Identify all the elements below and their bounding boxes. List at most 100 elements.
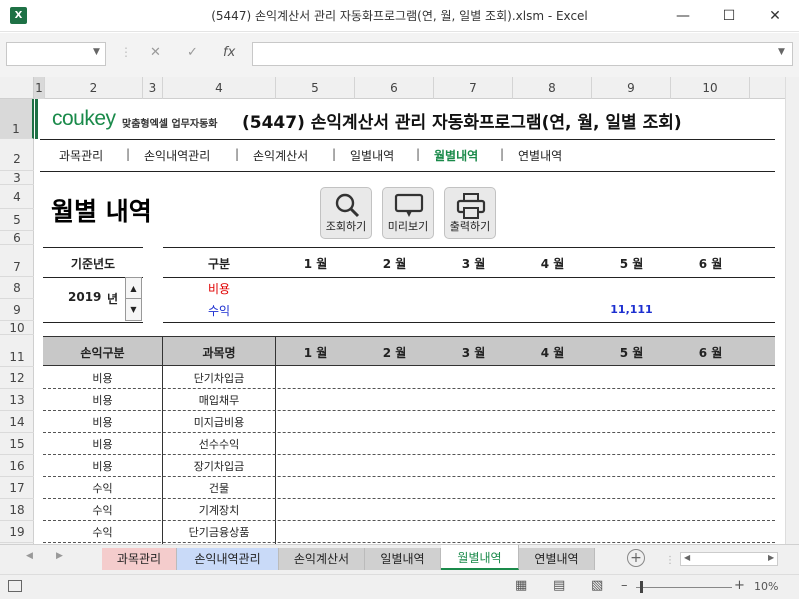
tab-scroll-left-icon[interactable]: ◀ (26, 551, 33, 561)
select-all-corner[interactable] (0, 77, 34, 99)
drag-handle-icon[interactable]: ⋮ (120, 45, 132, 59)
sheet-tab[interactable]: 일별내역 (365, 548, 441, 570)
row-header[interactable]: 8 (0, 277, 34, 299)
sheet-tab-label: 손익계산서 (293, 552, 350, 566)
row-header[interactable]: 3 (0, 171, 34, 185)
row-header[interactable]: 17 (0, 477, 34, 499)
row-header[interactable]: 11 (0, 335, 34, 367)
close-button[interactable]: ✕ (752, 0, 798, 32)
normal-view-icon[interactable]: ▦ (515, 578, 527, 593)
confirm-icon[interactable]: ✓ (187, 45, 198, 60)
horizontal-scrollbar[interactable] (680, 552, 778, 566)
row-header[interactable]: 10 (0, 321, 34, 335)
sheet-tab[interactable]: 연별내역 (519, 548, 595, 570)
vertical-scrollbar[interactable] (785, 77, 799, 544)
sheet-tab[interactable]: 손익내역관리 (177, 548, 279, 570)
year-spinner[interactable]: ▲ ▼ (125, 277, 142, 321)
page-break-icon[interactable]: ▧ (591, 578, 603, 593)
cancel-icon[interactable]: ✕ (150, 45, 161, 60)
spinner-up-icon[interactable]: ▲ (126, 278, 141, 299)
chevron-down-icon[interactable]: ▼ (778, 47, 785, 57)
zoom-slider[interactable] (636, 587, 732, 588)
table-row-account: 단기차입금 (193, 372, 245, 385)
row-header[interactable]: 2 (0, 139, 34, 171)
nav-item-income-statement[interactable]: 손익계산서 (253, 147, 308, 164)
tab-scroll-right-icon[interactable]: ▶ (56, 551, 63, 561)
spinner-down-icon[interactable]: ▼ (126, 299, 141, 320)
chevron-down-icon[interactable]: ▼ (93, 47, 100, 57)
row-divider (43, 454, 775, 455)
nav-item-pl-records[interactable]: 손익내역관리 (144, 147, 210, 164)
nav-item-accounts[interactable]: 과목관리 (59, 147, 103, 164)
nav-separator: | (500, 147, 505, 161)
drag-handle-icon[interactable]: ⋮ (665, 555, 675, 566)
row-header[interactable]: 5 (0, 209, 34, 231)
sheet-tab-label: 과목관리 (116, 552, 162, 566)
zoom-level[interactable]: 10% (754, 580, 778, 593)
detail-header-account: 과목명 (202, 346, 236, 360)
row-header[interactable]: 12 (0, 367, 34, 389)
function-icon[interactable]: fx (223, 45, 235, 60)
detail-month-header: 5 월 (619, 346, 644, 360)
row-header[interactable]: 1 (0, 99, 34, 139)
preview-button[interactable]: 미리보기 (382, 187, 434, 239)
column-header[interactable]: 10 (671, 77, 750, 99)
table-row-type: 비용 (92, 372, 113, 385)
table-row-account: 단기금융상품 (188, 526, 250, 539)
print-button[interactable]: 출력하기 (444, 187, 496, 239)
worksheet[interactable]: coukey 맞춤형엑셀 업무자동화 (5447) 손익계산서 관리 자동화프로… (35, 99, 785, 544)
category-header: 구분 (207, 257, 231, 271)
row-header[interactable]: 15 (0, 433, 34, 455)
divider (43, 322, 143, 323)
column-header[interactable]: 8 (513, 77, 592, 99)
detail-header-type: 손익구분 (80, 346, 125, 360)
nav-item-monthly[interactable]: 월별내역 (434, 147, 478, 164)
column-header[interactable]: 2 (45, 77, 143, 99)
column-header[interactable]: 9 (592, 77, 671, 99)
row-header[interactable]: 6 (0, 231, 34, 245)
scroll-right-icon[interactable]: ▶ (768, 553, 774, 562)
column-header[interactable]: 7 (434, 77, 513, 99)
column-header[interactable]: 6 (355, 77, 434, 99)
month-header: 2 월 (382, 257, 407, 271)
row-header[interactable]: 18 (0, 499, 34, 521)
name-box[interactable] (6, 42, 106, 66)
minimize-button[interactable]: — (660, 0, 706, 32)
zoom-out-icon[interactable]: – (621, 578, 628, 593)
formula-input[interactable] (252, 42, 793, 66)
sheet-tab-active[interactable]: 월별내역 (441, 545, 519, 570)
row-header[interactable]: 4 (0, 185, 34, 209)
status-bar: ▦ ▤ ▧ – + 10% (0, 574, 799, 599)
row-header[interactable]: 19 (0, 521, 34, 543)
nav-item-daily[interactable]: 일별내역 (350, 147, 394, 164)
title-bar: (5447) 손익계산서 관리 자동화프로그램(연, 월, 일별 조회).xls… (0, 0, 799, 32)
add-sheet-icon[interactable]: + (627, 549, 645, 567)
nav-separator: | (126, 147, 131, 161)
row-header[interactable]: 9 (0, 299, 34, 321)
maximize-button[interactable]: ☐ (706, 0, 752, 32)
sheet-tab[interactable]: 과목관리 (102, 548, 177, 570)
page-layout-icon[interactable]: ▤ (553, 578, 565, 593)
sheet-tab[interactable]: 손익계산서 (279, 548, 365, 570)
zoom-in-icon[interactable]: + (734, 578, 745, 593)
table-row-type: 비용 (92, 394, 113, 407)
macro-record-icon[interactable] (8, 580, 22, 592)
year-value[interactable]: 2019 (68, 290, 101, 304)
scroll-left-icon[interactable]: ◀ (684, 553, 690, 562)
row-divider (43, 520, 775, 521)
row-header[interactable]: 14 (0, 411, 34, 433)
column-header[interactable]: 1 (34, 77, 45, 99)
table-row-account: 선수수익 (198, 438, 240, 451)
zoom-slider-thumb[interactable] (640, 581, 643, 593)
row-header[interactable]: 7 (0, 245, 34, 277)
search-button[interactable]: 조회하기 (320, 187, 372, 239)
expense-label: 비용 (207, 282, 231, 296)
program-title: (5447) 손익계산서 관리 자동화프로그램(연, 월, 일별 조회) (242, 113, 682, 133)
row-header[interactable]: 16 (0, 455, 34, 477)
column-header[interactable]: 4 (163, 77, 276, 99)
nav-item-yearly[interactable]: 연별내역 (518, 147, 562, 164)
column-header[interactable]: 3 (143, 77, 163, 99)
divider (163, 247, 775, 248)
column-header[interactable]: 5 (276, 77, 355, 99)
row-header[interactable]: 13 (0, 389, 34, 411)
